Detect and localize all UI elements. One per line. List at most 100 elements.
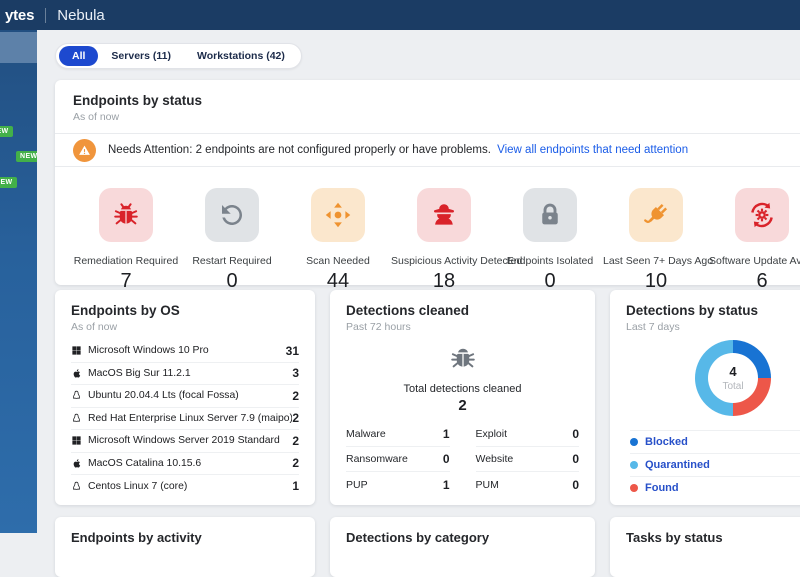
detections-status-legend: Blocked Quarantined Found <box>610 430 800 499</box>
os-row-microsoft-windows-server-2019-standard: Microsoft Windows Server 2019 Standard 2 <box>71 430 299 453</box>
scan-icon <box>311 188 365 242</box>
detections-status-donut-chart: 4 Total <box>695 340 771 416</box>
warning-icon <box>73 139 96 162</box>
sidebar-nav: NEW NEW NEW <box>0 30 37 533</box>
status-item-label: Suspicious Activity Detected <box>391 255 497 267</box>
linux-icon <box>71 481 82 492</box>
linux-icon <box>71 413 82 424</box>
cleaned-stat-label: Ransomware <box>346 453 408 465</box>
bottom-cards-row: Endpoints by activity Detections by cate… <box>55 517 800 577</box>
os-label: MacOS Big Sur 11.2.1 <box>88 368 191 379</box>
os-count: 2 <box>292 456 299 470</box>
os-row-red-hat-enterprise-linux-server-7-9-maipo: Red Hat Enterprise Linux Server 7.9 (mai… <box>71 408 299 431</box>
status-item-last-seen-7-days-ago[interactable]: Last Seen 7+ Days Ago 10 <box>603 188 709 293</box>
os-list: Microsoft Windows 10 Pro 31 MacOS Big Su… <box>71 340 299 498</box>
spy-icon <box>417 188 471 242</box>
cleaned-stat-value: 0 <box>443 452 450 466</box>
status-item-label: Scan Needed <box>285 255 391 267</box>
new-badge: NEW <box>0 177 17 188</box>
legend-dot <box>630 438 638 446</box>
os-label: MacOS Catalina 10.15.6 <box>88 458 201 469</box>
endpoints-by-status-title: Endpoints by status <box>73 93 800 108</box>
legend-item-blocked[interactable]: Blocked <box>630 430 800 453</box>
legend-item-quarantined[interactable]: Quarantined <box>630 453 800 476</box>
legend-dot <box>630 484 638 492</box>
cleaned-stat-label: Malware <box>346 428 386 440</box>
tab-servers-11[interactable]: Servers (11) <box>98 46 184 66</box>
legend-label: Quarantined <box>645 459 710 471</box>
os-row-centos-linux-7-core: Centos Linux 7 (core) 1 <box>71 475 299 498</box>
cleaned-stat-value: 0 <box>572 452 579 466</box>
cleaned-stat-label: PUM <box>476 479 499 491</box>
os-label: Centos Linux 7 (core) <box>88 481 187 492</box>
main-content: AllServers (11)Workstations (42) Endpoin… <box>37 30 800 533</box>
cleaned-stat-value: 1 <box>443 427 450 441</box>
product-name: Nebula <box>57 7 105 24</box>
sidebar-item-selected[interactable] <box>0 32 37 63</box>
cleaned-stat-value: 0 <box>572 427 579 441</box>
view-all-endpoints-link[interactable]: View all endpoints that need attention <box>497 144 688 156</box>
status-item-endpoints-isolated[interactable]: Endpoints Isolated 0 <box>497 188 603 293</box>
plug-icon <box>629 188 683 242</box>
tab-workstations-42[interactable]: Workstations (42) <box>184 46 298 66</box>
os-count: 2 <box>292 434 299 448</box>
status-item-software-update-available[interactable]: Software Update Available 6 <box>709 188 800 293</box>
cleaned-stat-pum: PUM 0 <box>476 472 580 497</box>
detections-cleaned-title: Detections cleaned <box>346 303 579 318</box>
linux-icon <box>71 390 82 401</box>
detections-by-status-card: Detections by status Last 7 days 4 Total… <box>610 290 800 505</box>
os-count: 2 <box>292 389 299 403</box>
os-row-macos-catalina-10-15-6: MacOS Catalina 10.15.6 2 <box>71 453 299 476</box>
total-cleaned-label: Total detections cleaned <box>346 383 579 395</box>
status-item-suspicious-activity-detected[interactable]: Suspicious Activity Detected 18 <box>391 188 497 293</box>
tasks-by-status-card: Tasks by status <box>610 517 800 577</box>
apple-icon <box>71 458 82 469</box>
legend-item-found[interactable]: Found <box>630 476 800 499</box>
view-tabs: AllServers (11)Workstations (42) <box>55 43 302 69</box>
endpoints-by-os-subtitle: As of now <box>71 321 299 333</box>
cards-row: Endpoints by OS As of now Microsoft Wind… <box>55 290 800 505</box>
os-label: Red Hat Enterprise Linux Server 7.9 (mai… <box>88 413 292 424</box>
cleaned-stat-ransomware: Ransomware 0 <box>346 447 450 472</box>
cleaned-stat-label: Exploit <box>476 428 508 440</box>
cleaned-stat-malware: Malware 1 <box>346 422 450 447</box>
status-item-label: Remediation Required <box>73 255 179 267</box>
tasks-by-status-title: Tasks by status <box>626 530 800 545</box>
detections-by-category-title: Detections by category <box>346 530 579 545</box>
donut-total-value: 4 <box>729 364 736 379</box>
status-item-restart-required[interactable]: Restart Required 0 <box>179 188 285 293</box>
status-items-row: Remediation Required 7 Restart Required … <box>73 188 800 293</box>
donut-center: 4 Total <box>708 353 758 403</box>
os-label: Ubuntu 20.04.4 Lts (focal Fossa) <box>88 390 239 401</box>
status-item-label: Last Seen 7+ Days Ago <box>603 255 709 267</box>
legend-label: Blocked <box>645 436 688 448</box>
legend-label: Found <box>645 482 679 494</box>
apple-icon <box>71 368 82 379</box>
cleaned-stats-grid: Malware 1 Exploit 0 Ransomware 0 Website… <box>346 422 579 497</box>
endpoints-by-os-card: Endpoints by OS As of now Microsoft Wind… <box>55 290 315 505</box>
cleaned-stat-value: 1 <box>443 478 450 492</box>
brand-logo-text: ytes <box>5 7 34 24</box>
status-item-label: Software Update Available <box>709 255 800 267</box>
detections-by-status-title: Detections by status <box>626 303 800 318</box>
bug-icon <box>99 188 153 242</box>
cleaned-stat-exploit: Exploit 0 <box>476 422 580 447</box>
os-count: 2 <box>292 411 299 425</box>
divider <box>55 166 800 167</box>
needs-attention-banner: Needs Attention: 2 endpoints are not con… <box>73 134 800 166</box>
tab-all[interactable]: All <box>59 46 98 66</box>
os-count: 31 <box>286 344 299 358</box>
detections-cleaned-subtitle: Past 72 hours <box>346 321 579 333</box>
os-row-macos-big-sur-11-2-1: MacOS Big Sur 11.2.1 3 <box>71 363 299 386</box>
new-badge: NEW <box>0 126 13 137</box>
cleaned-stat-label: Website <box>476 453 514 465</box>
os-count: 1 <box>292 479 299 493</box>
status-item-label: Endpoints Isolated <box>497 255 603 267</box>
cleaned-stat-pup: PUP 1 <box>346 472 450 497</box>
status-item-scan-needed[interactable]: Scan Needed 44 <box>285 188 391 293</box>
bug-gray-icon <box>448 360 478 377</box>
endpoints-by-os-title: Endpoints by OS <box>71 303 299 318</box>
endpoints-by-activity-card: Endpoints by activity <box>55 517 315 577</box>
status-item-remediation-required[interactable]: Remediation Required 7 <box>73 188 179 293</box>
donut-total-label: Total <box>722 381 743 392</box>
